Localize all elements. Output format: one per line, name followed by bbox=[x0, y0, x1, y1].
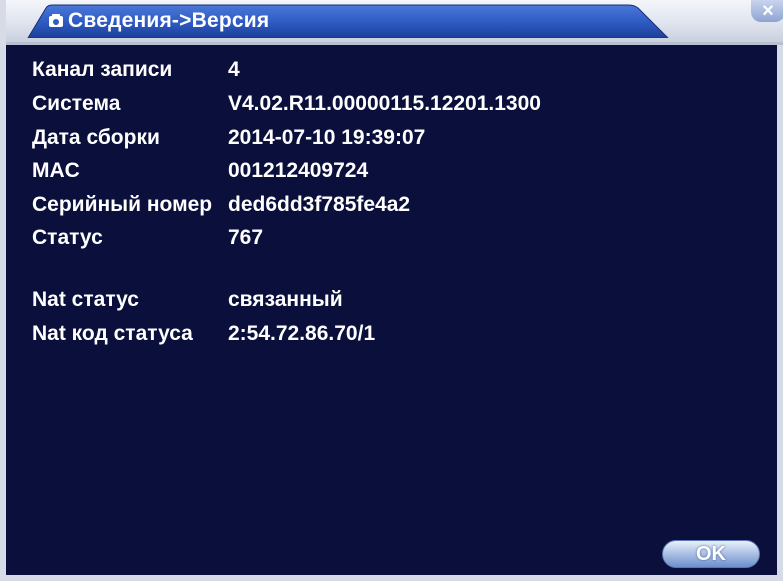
title-bar: Сведения->Версия × bbox=[6, 0, 783, 45]
info-value: 4 bbox=[228, 58, 240, 81]
info-icon bbox=[48, 13, 64, 29]
close-button[interactable]: × bbox=[751, 0, 783, 22]
info-label: Nat статус bbox=[32, 288, 139, 311]
title-tab: Сведения->Версия bbox=[18, 4, 672, 38]
info-label: Система bbox=[32, 92, 121, 115]
info-value: связанный bbox=[228, 288, 343, 311]
ok-button[interactable]: OK bbox=[662, 540, 760, 568]
info-value: 001212409724 bbox=[228, 159, 369, 182]
info-value: 2014-07-10 19:39:07 bbox=[228, 126, 426, 149]
info-label: Канал записи bbox=[32, 58, 173, 81]
info-label: Серийный номер bbox=[32, 193, 213, 216]
info-value: V4.02.R11.00000115.12201.1300 bbox=[228, 92, 541, 115]
info-label: Дата сборки bbox=[32, 126, 160, 149]
info-value: 2:54.72.86.70/1 bbox=[228, 322, 376, 345]
info-label: Nat код статуса bbox=[32, 322, 193, 345]
version-info-window: Сведения->Версия × Канал записи 4 Систем… bbox=[0, 0, 783, 581]
info-value: 767 bbox=[228, 226, 264, 249]
info-label: Статус bbox=[32, 226, 103, 249]
close-icon: × bbox=[762, 0, 774, 22]
info-value: ded6dd3f785fe4a2 bbox=[228, 193, 411, 216]
window-title: Сведения->Версия bbox=[68, 9, 270, 32]
info-label: MAC bbox=[32, 159, 80, 182]
